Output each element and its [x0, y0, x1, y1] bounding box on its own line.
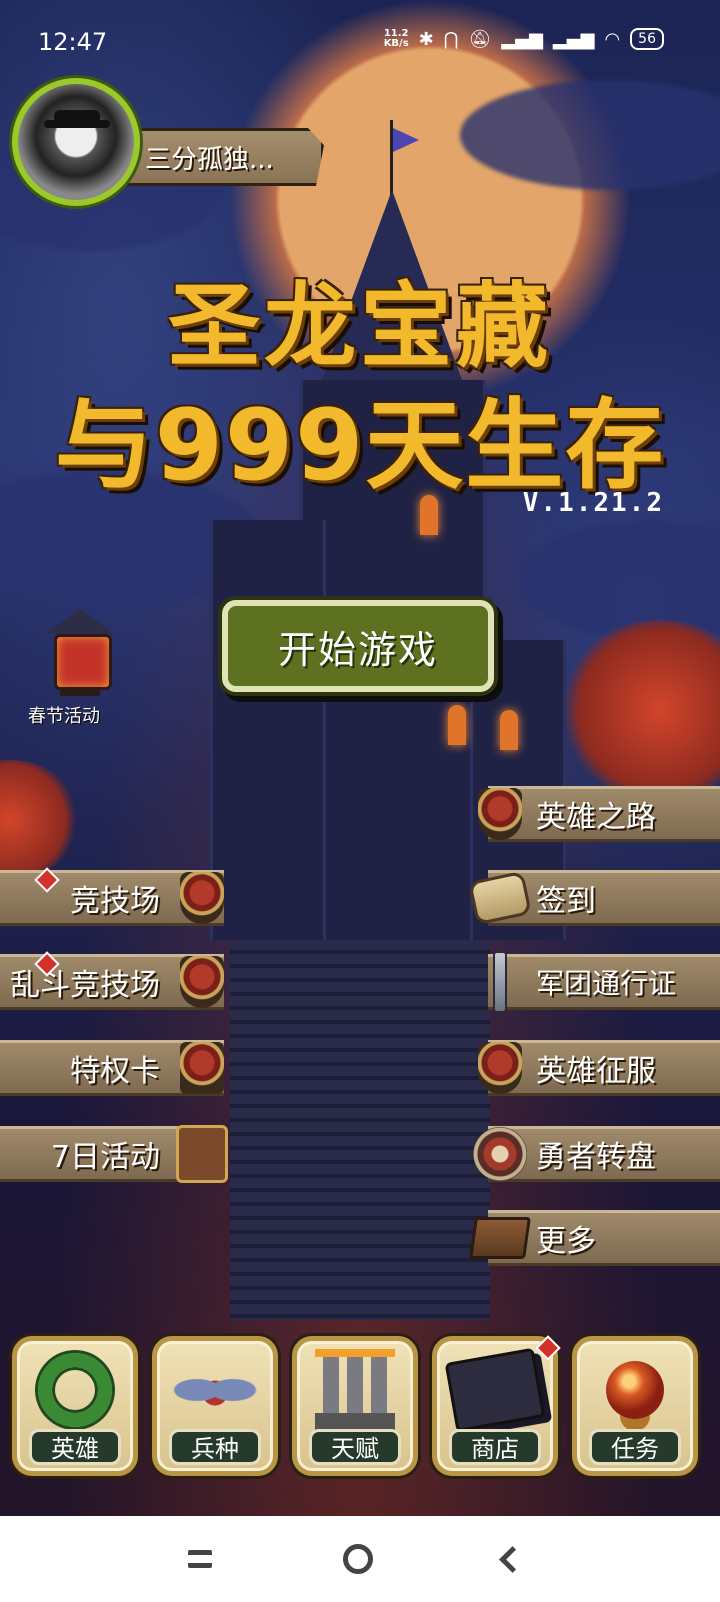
player-name-plate[interactable]: 三分孤独...	[124, 128, 324, 186]
orb-icon	[585, 1347, 685, 1433]
scroll-icon	[468, 867, 532, 929]
tab-shop[interactable]: 商店	[432, 1335, 561, 1476]
signal-icon-2: ▂▄▆	[552, 28, 595, 50]
hero-conquest-label: 英雄征服	[536, 1054, 656, 1089]
altar-icon	[305, 1347, 405, 1433]
brawl-crest-icon	[174, 951, 230, 1013]
tab-shop-label: 商店	[449, 1429, 541, 1465]
tab-troops[interactable]: 兵种	[152, 1336, 278, 1476]
castle-stairs	[230, 940, 490, 1320]
legion-pass-button[interactable]: 军团通行证	[488, 951, 720, 1013]
spring-festival-label: 春节活动	[28, 706, 100, 727]
lit-window	[448, 705, 466, 745]
avatar-brim	[44, 120, 110, 128]
lantern-icon	[54, 634, 112, 690]
game-title-line2: 与999天生存	[54, 389, 666, 503]
more-label: 更多	[536, 1224, 596, 1259]
hero-path-button[interactable]: 英雄之路	[478, 786, 720, 842]
recent-apps-button[interactable]	[170, 1536, 230, 1582]
brave-wheel-button[interactable]: 勇者转盘	[473, 1126, 720, 1182]
brawl-arena-button[interactable]: 乱斗竞技场	[0, 951, 224, 1010]
hero-conquest-button[interactable]: 英雄征服	[478, 1040, 720, 1096]
wreath-icon	[25, 1347, 125, 1433]
book-icon	[469, 1207, 531, 1269]
status-time: 12:47	[38, 28, 108, 56]
tab-talents-label: 天赋	[309, 1429, 401, 1465]
back-button[interactable]	[478, 1536, 538, 1582]
arena-crest-icon	[174, 867, 230, 929]
home-circle-icon	[343, 1544, 373, 1574]
player-avatar[interactable]	[12, 78, 140, 206]
battery-icon: 56	[630, 28, 664, 50]
player-name: 三分孤独...	[145, 144, 274, 175]
castle-background	[0, 0, 720, 1516]
more-button[interactable]: 更多	[469, 1210, 720, 1266]
hero-path-label: 英雄之路	[536, 800, 656, 835]
autumn-tree	[0, 760, 80, 880]
cards-icon	[444, 1347, 546, 1433]
start-game-button[interactable]: 开始游戏	[222, 600, 494, 692]
net-speed-unit: KB/s	[383, 38, 409, 49]
home-button[interactable]	[328, 1536, 388, 1582]
sign-in-label: 签到	[536, 884, 596, 919]
legion-pass-label: 军团通行证	[536, 967, 677, 1000]
seven-day-event-button[interactable]: 7日活动	[0, 1125, 228, 1183]
wheel-icon	[472, 1123, 528, 1185]
sword-emblem-icon	[472, 951, 528, 1013]
bluetooth-icon: ✱	[418, 28, 434, 50]
menu-icon	[188, 1550, 212, 1568]
arena-button[interactable]: 竞技场	[0, 867, 224, 926]
cloud	[460, 80, 720, 190]
brave-wheel-label: 勇者转盘	[536, 1140, 656, 1175]
hero-path-crest-icon	[472, 783, 528, 845]
tab-talents[interactable]: 天赋	[292, 1336, 418, 1476]
tab-heroes-label: 英雄	[29, 1429, 121, 1465]
back-chevron-icon	[498, 1545, 526, 1573]
tab-quests[interactable]: 任务	[572, 1336, 698, 1476]
spring-festival-event-button[interactable]	[40, 600, 120, 710]
start-game-label: 开始游戏	[277, 627, 438, 672]
version-label: V.1.21.2	[522, 488, 664, 518]
mute-bell-icon: 🔕︎	[468, 28, 492, 50]
status-bar: 12:47 11.2 KB/s ✱ ⋂ 🔕︎ ▂▄▆ ▂▄▆ ◠ 56	[0, 0, 720, 84]
tab-heroes[interactable]: 英雄	[12, 1336, 138, 1476]
arena-label: 竞技场	[70, 884, 160, 919]
castle-flag	[393, 128, 419, 152]
status-icons: 11.2 KB/s ✱ ⋂ 🔕︎ ▂▄▆ ▂▄▆ ◠ 56	[384, 28, 664, 50]
seven-day-book-icon	[174, 1123, 230, 1185]
seven-day-event-label: 7日活动	[50, 1140, 160, 1175]
privilege-card-label: 特权卡	[70, 1054, 160, 1089]
bottom-tab-bar: 英雄 兵种 天赋 商店 任务	[0, 1335, 720, 1486]
privilege-card-icon	[174, 1037, 230, 1099]
wifi-icon: ◠	[604, 28, 621, 50]
tab-quests-label: 任务	[589, 1429, 681, 1465]
signal-icon: ▂▄▆	[501, 28, 543, 50]
cloud	[520, 520, 720, 640]
sign-in-button[interactable]: 签到	[468, 870, 720, 926]
lantern-base	[60, 688, 100, 696]
lantern-roof	[46, 608, 114, 634]
notification-badge	[34, 867, 60, 893]
autumn-tree	[560, 620, 720, 800]
system-navigation-bar	[0, 1516, 720, 1602]
privilege-card-button[interactable]: 特权卡	[0, 1040, 224, 1096]
shield-icon	[472, 1037, 528, 1099]
net-speed: 11.2 KB/s	[384, 29, 409, 49]
brawl-arena-label: 乱斗竞技场	[10, 968, 160, 1003]
earbuds-icon: ⋂	[443, 28, 459, 50]
wings-icon	[165, 1347, 265, 1433]
tab-troops-label: 兵种	[169, 1429, 261, 1465]
lit-window	[500, 710, 518, 750]
